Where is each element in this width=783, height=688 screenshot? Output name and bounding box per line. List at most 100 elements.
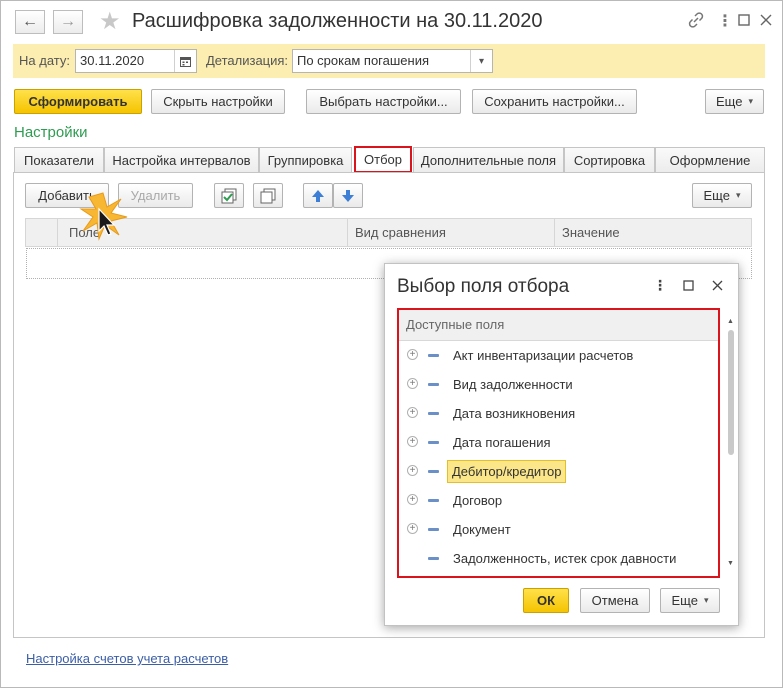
date-field[interactable]: 30.11.2020: [75, 49, 197, 73]
chevron-down-icon[interactable]: ▾: [470, 50, 492, 72]
more-vertical-icon[interactable]: ⋮: [653, 277, 667, 294]
list-item-label: Дата погашения: [453, 435, 551, 450]
maximize-icon[interactable]: [683, 277, 694, 294]
parameters-bar: На дату: 30.11.2020 Детализация: По срок…: [13, 44, 765, 78]
available-fields-header: Доступные поля: [399, 310, 718, 341]
dialog-title: Выбор поля отбора: [397, 276, 570, 297]
detail-label: Детализация:: [206, 53, 289, 68]
forward-button[interactable]: →: [53, 10, 83, 34]
list-item-label: Акт инвентаризации расчетов: [453, 348, 634, 363]
check-all-button[interactable]: [214, 183, 244, 208]
link-icon[interactable]: [687, 11, 705, 34]
generate-button[interactable]: Сформировать: [14, 89, 142, 114]
list-item[interactable]: Задолженность, истек срок давности: [399, 545, 718, 574]
report-window: ← → ★ Расшифровка задолженности на 30.11…: [0, 0, 783, 688]
check-all-icon: [221, 188, 237, 203]
panel-more-label: Еще: [703, 188, 730, 203]
dialog-more-button[interactable]: Еще ▾: [660, 588, 720, 613]
expand-icon[interactable]: +: [407, 436, 418, 447]
more-label: Еще: [716, 94, 743, 109]
tab-filter[interactable]: Отбор: [354, 146, 412, 173]
list-item[interactable]: + Дата возникновения: [399, 400, 718, 429]
expand-icon[interactable]: +: [407, 494, 418, 505]
caret-down-icon: ▾: [748, 96, 753, 106]
caret-down-icon: ▾: [703, 595, 709, 605]
move-down-button[interactable]: [333, 183, 363, 208]
field-icon: [428, 383, 439, 386]
tab-additional-fields[interactable]: Дополнительные поля: [413, 147, 564, 172]
arrow-left-icon: ←: [22, 13, 38, 30]
detail-select[interactable]: По срокам погашения ▾: [292, 49, 493, 73]
field-icon: [428, 354, 439, 357]
close-icon[interactable]: [712, 277, 723, 294]
click-burst-icon: [79, 192, 128, 241]
star-icon[interactable]: ★: [99, 7, 121, 36]
back-button[interactable]: ←: [15, 10, 45, 34]
window-title: Расшифровка задолженности на 30.11.2020: [132, 10, 543, 32]
list-item-label: Документ: [453, 522, 511, 537]
scroll-up-icon[interactable]: ▲: [727, 318, 734, 325]
date-value: 30.11.2020: [80, 53, 145, 68]
expand-icon[interactable]: +: [407, 407, 418, 418]
choose-settings-button[interactable]: Выбрать настройки...: [306, 89, 461, 114]
ok-button[interactable]: ОК: [523, 588, 569, 613]
field-icon: [428, 412, 439, 415]
accounts-settings-link[interactable]: Настройка счетов учета расчетов: [26, 651, 228, 666]
list-item[interactable]: + Вид задолженности: [399, 371, 718, 400]
expand-icon[interactable]: +: [407, 465, 418, 476]
list-item[interactable]: + Документ: [399, 516, 718, 545]
expand-icon[interactable]: +: [407, 523, 418, 534]
arrow-right-icon: →: [60, 13, 76, 30]
tab-intervals[interactable]: Настройка интервалов: [104, 147, 259, 172]
field-icon: [428, 557, 439, 560]
date-label: На дату:: [19, 53, 70, 68]
list-item-label: Дата возникновения: [453, 406, 576, 421]
list-item-label: Задолженность, истек срок давности: [453, 551, 677, 566]
list-item[interactable]: + Договор: [399, 487, 718, 516]
tab-grouping[interactable]: Группировка: [259, 147, 352, 172]
close-icon[interactable]: [760, 11, 772, 31]
available-fields-list: Доступные поля + Акт инвентаризации расч…: [397, 308, 720, 578]
arrow-down-icon: [342, 189, 354, 202]
hide-settings-button[interactable]: Скрыть настройки: [151, 89, 285, 114]
filter-table-header: Поле Вид сравнения Значение: [25, 218, 752, 247]
panel-more-button[interactable]: Еще ▾: [692, 183, 752, 208]
detail-value: По срокам погашения: [297, 53, 429, 68]
list-item-label: Вид задолженности: [453, 377, 573, 392]
save-settings-button[interactable]: Сохранить настройки...: [472, 89, 637, 114]
expand-icon[interactable]: +: [407, 349, 418, 360]
field-selection-dialog: Выбор поля отбора ⋮ Доступные поля + Акт…: [384, 263, 739, 626]
scrollbar-thumb[interactable]: [728, 330, 734, 455]
maximize-icon[interactable]: [738, 11, 750, 31]
scroll-down-icon[interactable]: ▼: [727, 560, 734, 567]
list-item-label: Дебитор/кредитор: [447, 460, 567, 483]
field-icon: [428, 528, 439, 531]
field-icon: [428, 499, 439, 502]
tab-indicators[interactable]: Показатели: [14, 147, 104, 172]
scrollbar[interactable]: ▲ ▼: [727, 318, 735, 570]
column-value[interactable]: Значение: [562, 225, 620, 240]
tab-sorting[interactable]: Сортировка: [564, 147, 655, 172]
uncheck-all-icon: [260, 188, 276, 203]
move-up-button[interactable]: [303, 183, 333, 208]
caret-down-icon: ▾: [735, 190, 741, 200]
click-indicator: [79, 191, 129, 244]
cancel-button[interactable]: Отмена: [580, 588, 650, 613]
expand-icon[interactable]: +: [407, 378, 418, 389]
arrow-up-icon: [312, 189, 324, 202]
settings-title: Настройки: [14, 124, 88, 141]
delete-button[interactable]: Удалить: [118, 183, 193, 208]
calendar-icon[interactable]: [174, 50, 196, 72]
field-icon: [428, 470, 439, 473]
list-item[interactable]: + Акт инвентаризации расчетов: [399, 342, 718, 371]
dialog-more-label: Еще: [671, 593, 698, 608]
column-comparison[interactable]: Вид сравнения: [355, 225, 446, 240]
more-vertical-icon[interactable]: ⋮: [717, 11, 733, 31]
more-button[interactable]: Еще ▾: [705, 89, 764, 114]
uncheck-all-button[interactable]: [253, 183, 283, 208]
list-item-selected[interactable]: + Дебитор/кредитор: [399, 458, 718, 487]
field-icon: [428, 441, 439, 444]
list-item-label: Договор: [453, 493, 503, 508]
list-item[interactable]: + Дата погашения: [399, 429, 718, 458]
tab-appearance[interactable]: Оформление: [655, 147, 765, 172]
